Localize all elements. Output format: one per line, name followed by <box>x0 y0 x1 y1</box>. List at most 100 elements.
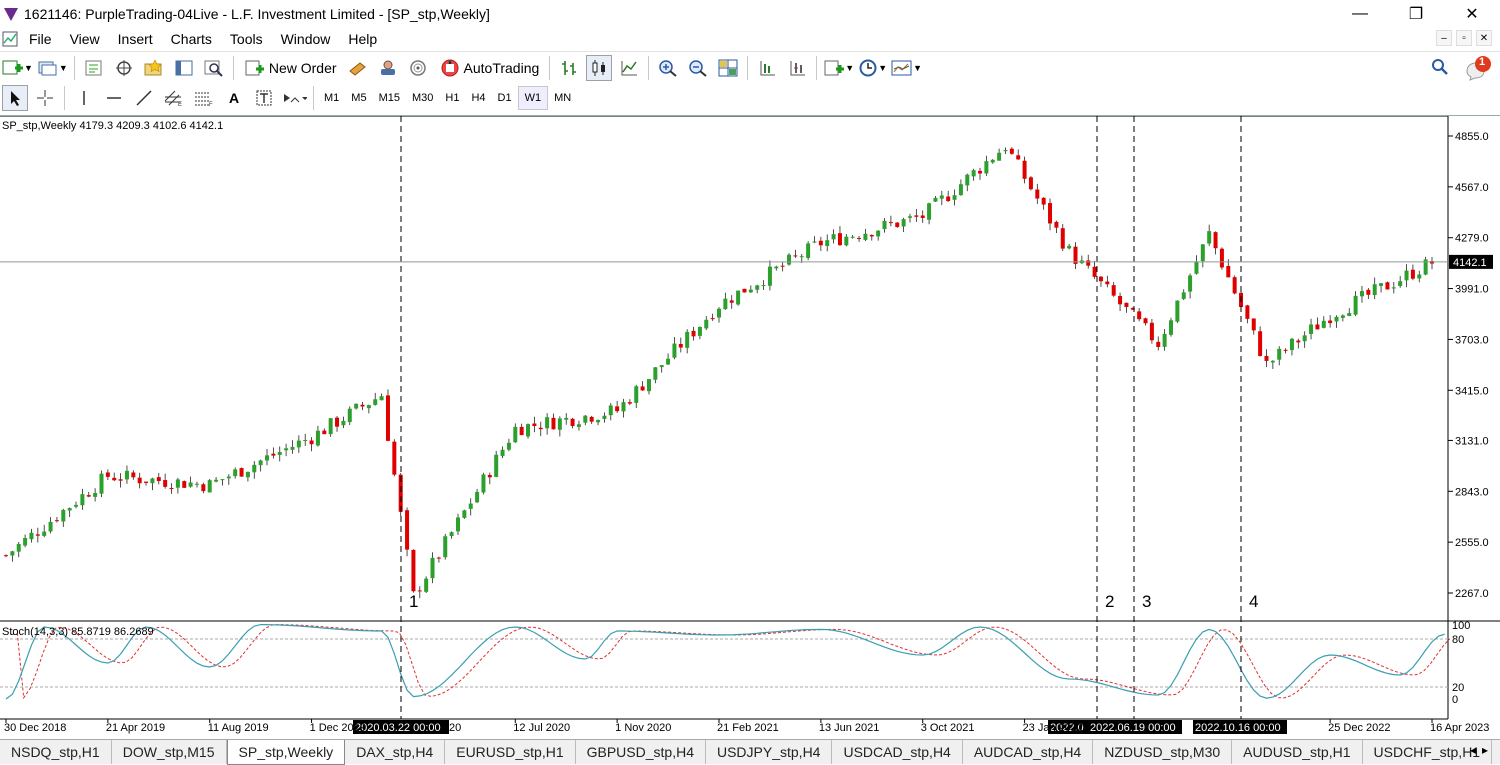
close-button[interactable]: ✕ <box>1444 0 1500 28</box>
candle-body <box>258 460 263 466</box>
menu-charts[interactable]: Charts <box>162 31 221 47</box>
menu-view[interactable]: View <box>61 31 109 47</box>
candle-body <box>481 474 486 493</box>
tab-dax-h4[interactable]: DAX_stp,H4 <box>345 740 446 764</box>
candle-body <box>978 170 983 174</box>
tab-nzdusd-m30[interactable]: NZDUSD_stp,M30 <box>1093 740 1233 764</box>
tab-audcad-h4[interactable]: AUDCAD_stp,H4 <box>963 740 1094 764</box>
cursor-button[interactable] <box>2 85 28 111</box>
timeframe-mn[interactable]: MN <box>548 86 577 110</box>
candle-body <box>685 331 690 348</box>
market-radar-icon <box>409 59 426 76</box>
magnifier-chart-icon <box>204 60 223 77</box>
timeframe-m1[interactable]: M1 <box>318 86 345 110</box>
vertical-line-button[interactable] <box>71 85 97 111</box>
trendline-button[interactable] <box>131 85 157 111</box>
candle-body <box>971 170 976 177</box>
candle-body <box>1162 333 1167 347</box>
signals-button[interactable] <box>375 55 401 81</box>
timeframe-m5[interactable]: M5 <box>345 86 372 110</box>
timeframe-d1[interactable]: D1 <box>492 86 518 110</box>
price-axis-label: 3991.0 <box>1455 284 1489 296</box>
child-close-button[interactable]: ✕ <box>1476 30 1492 46</box>
tab-usdjpy-h4[interactable]: USDJPY_stp,H4 <box>706 740 833 764</box>
tab-sp-weekly[interactable]: SP_stp,Weekly <box>226 739 346 765</box>
candle-body <box>678 343 683 348</box>
templates-button[interactable]: ▼ <box>891 55 922 81</box>
zoom-out-button[interactable] <box>685 55 711 81</box>
notification-icon[interactable]: 1 <box>1464 55 1492 81</box>
navigator-button[interactable] <box>141 55 167 81</box>
candle-body <box>163 479 168 487</box>
arrows-button[interactable] <box>281 85 307 111</box>
candle-body <box>265 455 270 461</box>
tile-windows-button[interactable] <box>715 55 741 81</box>
candle-body <box>201 484 206 492</box>
fibonacci-button[interactable]: F <box>191 85 217 111</box>
minimize-button[interactable]: — <box>1332 0 1388 28</box>
tab-nsdq-h1[interactable]: NSDQ_stp,H1 <box>0 740 112 764</box>
chart-shift-button[interactable] <box>754 55 780 81</box>
menu-file[interactable]: File <box>20 31 61 47</box>
timeframe-h4[interactable]: H4 <box>465 86 491 110</box>
time-axis-label: 1 Nov 2020 <box>615 722 671 734</box>
strategy-tester-button[interactable] <box>201 55 227 81</box>
price-axis-label: 4567.0 <box>1455 182 1489 194</box>
horizontal-line-button[interactable] <box>101 85 127 111</box>
bar-chart-button[interactable] <box>556 55 582 81</box>
candle-body <box>710 318 715 320</box>
vertical-line-number-marker: 3 <box>1142 592 1151 611</box>
tab-dow-m15[interactable]: DOW_stp,M15 <box>112 740 227 764</box>
child-restore-button[interactable]: ▫ <box>1456 30 1472 46</box>
menu-help[interactable]: Help <box>339 31 386 47</box>
svg-text:E: E <box>178 102 182 107</box>
market-watch-button[interactable] <box>81 55 107 81</box>
crosshair-button[interactable] <box>32 85 58 111</box>
zoom-in-button[interactable] <box>655 55 681 81</box>
text-label-button[interactable] <box>251 85 277 111</box>
candlestick-chart-button[interactable] <box>586 54 613 81</box>
tab-usdcad-h4[interactable]: USDCAD_stp,H4 <box>832 740 963 764</box>
tab-audusd-h1[interactable]: AUDUSD_stp,H1 <box>1232 740 1363 764</box>
candle-body <box>144 481 149 483</box>
terminal-button[interactable] <box>171 55 197 81</box>
menu-window[interactable]: Window <box>272 31 340 47</box>
new-order-button[interactable]: New Order <box>240 55 341 81</box>
candle-body <box>150 478 155 484</box>
candle-body <box>1340 315 1345 318</box>
child-minimize-button[interactable]: – <box>1436 30 1452 46</box>
equidistant-channel-button[interactable]: E <box>161 85 187 111</box>
indicators-button[interactable]: ▼ <box>823 55 854 81</box>
candle-body <box>748 289 753 293</box>
timeframe-h1[interactable]: H1 <box>439 86 465 110</box>
timeframe-m15[interactable]: M15 <box>373 86 406 110</box>
autotrading-button[interactable]: AutoTrading <box>435 55 544 81</box>
candle-body <box>1168 320 1173 335</box>
chart-window[interactable]: 2020.03.22 00:00 1 2022.0 2 2022.06.19 00:00… <box>0 115 1500 740</box>
candle-body <box>901 219 906 227</box>
candle-body <box>704 319 709 329</box>
candle-body <box>74 504 79 507</box>
candle-body <box>373 399 378 405</box>
tab-eurusd-h1[interactable]: EURUSD_stp,H1 <box>445 740 576 764</box>
metaeditor-button[interactable] <box>345 55 371 81</box>
tab-scroll-arrows[interactable]: ◂▸ <box>1470 743 1494 757</box>
auto-scroll-button[interactable] <box>784 55 810 81</box>
timeframe-w1[interactable]: W1 <box>517 86 549 110</box>
search-icon[interactable] <box>1430 57 1450 80</box>
tab-gbpusd-h4[interactable]: GBPUSD_stp,H4 <box>576 740 706 764</box>
text-button[interactable]: A <box>221 85 247 111</box>
profiles-button[interactable]: ▼ <box>37 55 68 81</box>
new-chart-button[interactable]: ▼ <box>2 55 33 81</box>
maximize-button[interactable]: ❐ <box>1388 0 1444 28</box>
timeframe-m30[interactable]: M30 <box>406 86 439 110</box>
market-button[interactable] <box>405 55 431 81</box>
line-chart-button[interactable] <box>616 55 642 81</box>
data-window-button[interactable] <box>111 55 137 81</box>
price-chart[interactable]: 2020.03.22 00:0012022.022022.06.19 00:00… <box>0 116 1500 741</box>
candle-body <box>1111 285 1116 296</box>
candle-body <box>443 536 448 558</box>
menu-tools[interactable]: Tools <box>221 31 272 47</box>
menu-insert[interactable]: Insert <box>109 31 162 47</box>
periods-button[interactable]: ▼ <box>858 55 887 81</box>
